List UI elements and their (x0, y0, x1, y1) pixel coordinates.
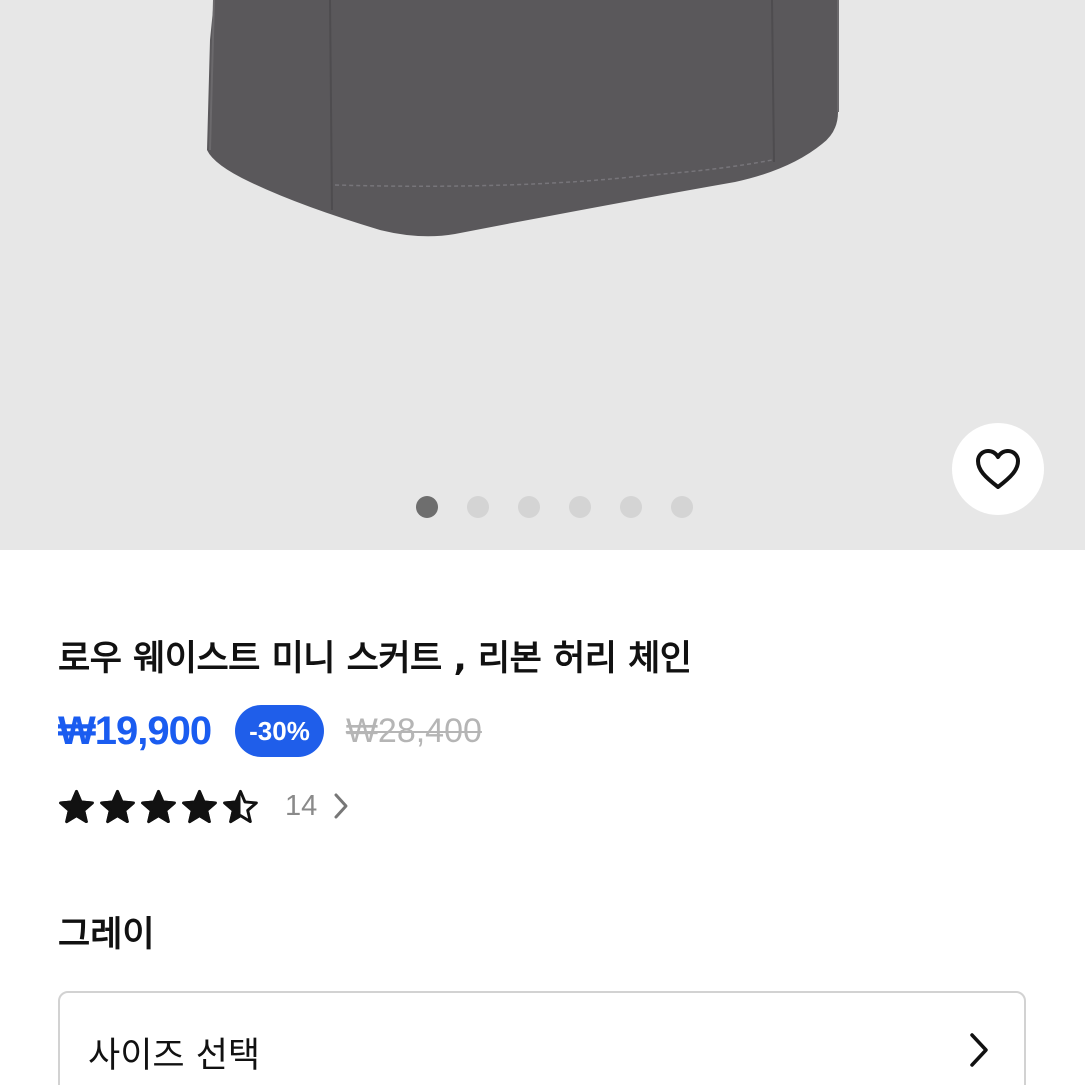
pagination-dot[interactable] (466, 496, 489, 518)
reviews-link[interactable] (333, 792, 349, 820)
star-filled-icon (59, 789, 94, 823)
original-price: ₩28,400 (345, 711, 482, 750)
star-filled-icon (100, 789, 135, 823)
pagination-dot[interactable] (619, 496, 642, 518)
rating-row[interactable]: 14 (58, 784, 349, 828)
product-image (207, 0, 839, 237)
chevron-right-icon (970, 1033, 988, 1067)
product-detail-page: 로우 웨이스트 미니 스커트 , 리본 허리 체인 ₩19,900 -30% ₩… (0, 0, 1085, 1085)
sale-price: ₩19,900 (58, 708, 212, 753)
product-title: 로우 웨이스트 미니 스커트 , 리본 허리 체인 (58, 639, 692, 679)
gallery-pagination (0, 496, 1085, 518)
heart-outline-icon (976, 449, 1020, 489)
discount-badge: -30% (235, 705, 324, 757)
product-image-gallery[interactable] (0, 0, 1085, 550)
pagination-dot[interactable] (517, 496, 540, 518)
pagination-dot[interactable] (568, 496, 591, 518)
size-selector-label: 사이즈 선택 (88, 1036, 261, 1076)
star-filled-icon (141, 789, 176, 823)
selected-color: 그레이 (58, 915, 155, 955)
size-selector[interactable]: 사이즈 선택 (58, 991, 1026, 1085)
price-row: ₩19,900 -30% ₩28,400 (58, 703, 482, 759)
star-filled-icon (182, 789, 217, 823)
pagination-dot[interactable] (415, 496, 438, 518)
pagination-dot[interactable] (670, 496, 693, 518)
review-count: 14 (285, 789, 318, 822)
star-rating (58, 788, 259, 825)
chevron-right-icon (334, 793, 348, 819)
star-half-icon (223, 789, 258, 823)
